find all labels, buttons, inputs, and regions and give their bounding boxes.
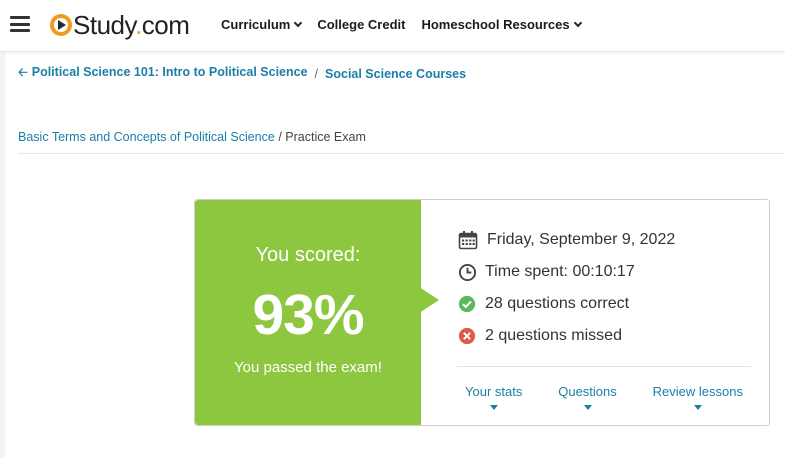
chevron-down-icon: [294, 18, 303, 27]
breadcrumb-separator: /: [278, 130, 282, 144]
tab-your-stats[interactable]: Your stats: [457, 384, 530, 411]
category-link[interactable]: Social Science Courses: [325, 67, 466, 81]
time-spent: Time spent: 00:10:17: [485, 263, 635, 280]
nav-homeschool-label: Homeschool Resources: [421, 17, 570, 32]
result-tabs: Your stats Questions Review lessons: [457, 384, 751, 411]
nav-curriculum[interactable]: Curriculum: [221, 17, 303, 32]
play-logo-icon: [50, 14, 72, 36]
x-circle-icon: [457, 326, 477, 346]
nav-college-credit-label: College Credit: [317, 17, 406, 32]
score-panel: You scored: 93% You passed the exam!: [195, 200, 421, 425]
divider: [18, 153, 785, 154]
score-panel-pointer: [419, 287, 439, 313]
calendar-icon: [457, 230, 479, 250]
main-nav: Curriculum College Credit Homeschool Res…: [221, 17, 597, 32]
chapter-link[interactable]: Basic Terms and Concepts of Political Sc…: [18, 130, 275, 144]
result-details: Friday, September 9, 2022 Time spent: 00…: [457, 224, 675, 352]
arrow-left-icon: 🡠: [18, 65, 28, 79]
lesson-breadcrumb: Basic Terms and Concepts of Political Sc…: [18, 130, 366, 144]
logo-text: Study.com: [73, 10, 190, 40]
current-page-label: Practice Exam: [285, 130, 366, 144]
scored-label: You scored:: [255, 244, 361, 266]
missed-row: 2 questions missed: [457, 320, 675, 352]
tab-review-lessons[interactable]: Review lessons: [645, 384, 751, 411]
check-circle-icon: [457, 294, 477, 314]
study-com-logo[interactable]: Study.com: [50, 9, 190, 41]
left-rail: [0, 52, 5, 458]
tab-questions[interactable]: Questions: [550, 384, 625, 411]
course-link[interactable]: 🡠 Political Science 101: Intro to Politic…: [18, 63, 308, 84]
questions-correct: 28 questions correct: [485, 295, 630, 312]
questions-missed: 2 questions missed: [485, 327, 622, 344]
course-breadcrumb: 🡠 Political Science 101: Intro to Politic…: [18, 63, 466, 84]
nav-college-credit[interactable]: College Credit: [317, 17, 405, 32]
breadcrumb-separator: /: [314, 66, 319, 81]
course-link-label: Political Science 101: Intro to Politica…: [31, 65, 308, 79]
correct-row: 28 questions correct: [457, 288, 675, 320]
hamburger-menu-icon[interactable]: [10, 16, 30, 32]
nav-homeschool-resources[interactable]: Homeschool Resources: [421, 17, 582, 32]
nav-curriculum-label: Curriculum: [221, 17, 291, 32]
inner-divider: [457, 366, 751, 367]
exam-result-card: You scored: 93% You passed the exam! Fri…: [194, 199, 770, 426]
clock-icon: [457, 262, 477, 282]
score-value: 93%: [252, 283, 364, 347]
date-row: Friday, September 9, 2022: [457, 224, 675, 256]
chevron-down-icon: [573, 18, 582, 27]
pass-message: You passed the exam!: [234, 359, 382, 376]
time-row: Time spent: 00:10:17: [457, 256, 675, 288]
top-navigation-bar: Study.com Curriculum College Credit Home…: [0, 0, 785, 52]
exam-date: Friday, September 9, 2022: [487, 231, 676, 248]
